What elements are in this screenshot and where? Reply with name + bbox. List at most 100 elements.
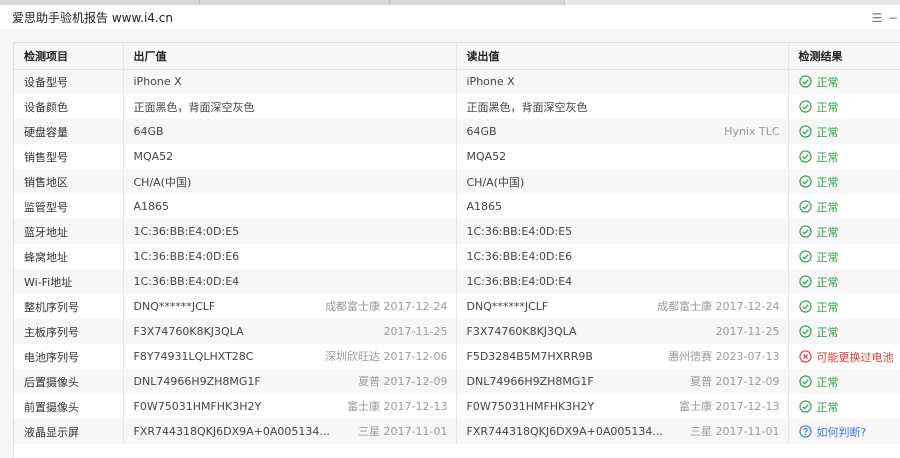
factory-value-cell: 64GB [123,119,457,144]
factory-value: 1C:36:BB:E4:0D:E6 [133,250,240,263]
table-row: 整机序列号 DNQ******JCLF 成都富士康 2017-12-24 DNQ***… [14,294,900,319]
factory-note: 2017-11-25 [383,325,448,338]
read-value: A1865 [466,200,503,213]
factory-note: 夏普 2017-12-09 [358,375,448,388]
factory-value-cell: MQA52 [123,144,457,169]
table-row: 监管型号 A1865 A1865 正常 [14,194,900,219]
check-circle-icon [798,150,812,163]
result-cell: 正常 [788,244,900,269]
check-circle-icon [798,400,812,413]
check-circle-icon [798,125,812,138]
read-value-cell: FXR744318QKJ6DX9A+0A005134... 三星 2017-11-… [456,419,789,444]
window-titlebar: 爱思助手验机报告 www.i4.cn ☰ − [0,5,900,31]
result-text: 正常 [816,100,839,114]
item-name: 监管型号 [14,194,124,219]
result-text[interactable]: 如何判断? [817,424,867,440]
check-circle-icon [798,325,812,338]
result-text: 正常 [816,75,839,89]
minimize-icon[interactable]: − [885,10,900,26]
read-value-cell: 1C:36:BB:E4:0D:E6 [456,244,789,269]
result-text: 可能更换过电池 [816,350,894,364]
result-text: 正常 [816,325,839,339]
table-row: Wi-Fi地址 1C:36:BB:E4:0D:E4 1C:36:BB:E4:0D:E… [14,269,900,294]
table-row: 前置摄像头 F0W75031HMFHK3H2Y 富士康 2017-12-13 F0W7… [14,394,900,419]
read-value: FXR744318QKJ6DX9A+0A005134... [466,425,663,438]
factory-value: 1C:36:BB:E4:0D:E5 [133,225,240,238]
factory-value-cell: 1C:36:BB:E4:0D:E5 [123,219,457,244]
header-factory-value: 出厂值 [123,43,457,70]
check-circle-icon [798,225,812,238]
read-value: DNL74966H9ZH8MG1F [466,375,594,388]
result-cell[interactable]: 如何判断? [788,419,900,444]
read-value: F5D3284B5M7HXRR9B [466,350,593,363]
item-name: 蓝牙地址 [14,219,124,244]
item-name: 设备型号 [14,69,124,94]
read-value-cell: F5D3284B5M7HXRR9B 惠州德赛 2023-07-13 [456,344,789,369]
read-note: 夏普 2017-12-09 [690,375,780,388]
read-note: 富士康 2017-12-13 [679,400,780,413]
read-value-cell: DNL74966H9ZH8MG1F 夏普 2017-12-09 [456,369,789,394]
factory-value-cell: 正面黑色，背面深空灰色 [123,94,457,119]
window-title: 爱思助手验机报告 www.i4.cn [12,11,173,25]
read-value: CH/A(中国) [466,175,525,189]
read-value: 1C:36:BB:E4:0D:E4 [466,275,573,288]
result-cell: 正常 [788,144,900,169]
result-cell: 正常 [788,269,900,294]
item-name: 销售地区 [14,169,124,194]
result-text: 正常 [816,300,839,314]
item-name: 蜂窝地址 [14,244,124,269]
factory-value: MQA52 [133,150,174,163]
factory-value-cell: DNL74966H9ZH8MG1F 夏普 2017-12-09 [123,369,457,394]
table-row: 后置摄像头 DNL74966H9ZH8MG1F 夏普 2017-12-09 DNL74… [14,369,900,394]
result-cell: 正常 [788,119,900,144]
item-name: Wi-Fi地址 [14,269,124,294]
read-value-cell: DNQ******JCLF 成都富士康 2017-12-24 [456,294,789,319]
factory-value: FXR744318QKJ6DX9A+0A005134... [133,425,330,438]
factory-value: 1C:36:BB:E4:0D:E4 [133,275,240,288]
read-value: 1C:36:BB:E4:0D:E5 [466,225,573,238]
result-text: 正常 [816,150,839,164]
table-row: 硬盘容量 64GB 64GB Hynix TLC 正常 [14,119,900,144]
read-note: 成都富士康 2017-12-24 [657,300,780,313]
read-note: 惠州德赛 2023-07-13 [668,350,780,363]
factory-value: 正面黑色，背面深空灰色 [133,100,255,114]
table-row: 销售地区 CH/A(中国) CH/A(中国) 正常 [14,169,900,194]
result-cell: 正常 [788,94,900,119]
check-circle-icon [798,250,812,263]
table-row: 设备型号 iPhone X iPhone X 正常 [14,69,900,94]
factory-value-cell: F8Y74931LQLHXT28C 深圳欣旺达 2017-12-06 [123,344,457,369]
table-row: 主板序列号 F3X74760K8KJ3QLA 2017-11-25 F3X74760K… [14,319,900,344]
item-name: 主板序列号 [14,319,124,344]
check-circle-icon [798,200,812,213]
check-circle-icon [798,75,812,88]
result-cell: 正常 [788,369,900,394]
result-text: 正常 [816,125,839,139]
factory-value: F8Y74931LQLHXT28C [133,350,254,363]
item-name: 硬盘容量 [14,119,124,144]
read-value: iPhone X [466,75,515,89]
check-circle-icon [798,275,812,288]
table-row: 蜂窝地址 1C:36:BB:E4:0D:E6 1C:36:BB:E4:0D:E6 正常 [14,244,900,269]
factory-value: CH/A(中国) [133,175,192,189]
result-text: 正常 [816,175,839,189]
read-value-cell: F3X74760K8KJ3QLA 2017-11-25 [456,319,789,344]
result-text: 正常 [816,200,839,214]
result-text: 正常 [816,400,839,414]
read-value: MQA52 [466,150,507,163]
factory-value-cell: FXR744318QKJ6DX9A+0A005134... 三星 2017-11-… [123,419,457,444]
factory-note: 三星 2017-11-01 [358,425,448,438]
table-row: 蓝牙地址 1C:36:BB:E4:0D:E5 1C:36:BB:E4:0D:E5 正常 [14,219,900,244]
factory-value-cell: A1865 [123,194,457,219]
result-cell: 可能更换过电池 [788,344,900,369]
header-result: 检测结果 [788,43,900,70]
header-read-value: 读出值 [456,43,789,70]
menu-icon[interactable]: ☰ [869,10,885,26]
read-value-cell: iPhone X [456,69,789,94]
result-cell: 正常 [788,69,900,94]
factory-value-cell: 1C:36:BB:E4:0D:E4 [123,269,457,294]
read-value: DNQ******JCLF [466,300,549,313]
factory-value: A1865 [133,200,170,213]
factory-value-cell: iPhone X [123,69,457,94]
factory-value-cell: F0W75031HMFHK3H2Y 富士康 2017-12-13 [123,394,457,419]
factory-value: F0W75031HMFHK3H2Y [133,400,262,413]
